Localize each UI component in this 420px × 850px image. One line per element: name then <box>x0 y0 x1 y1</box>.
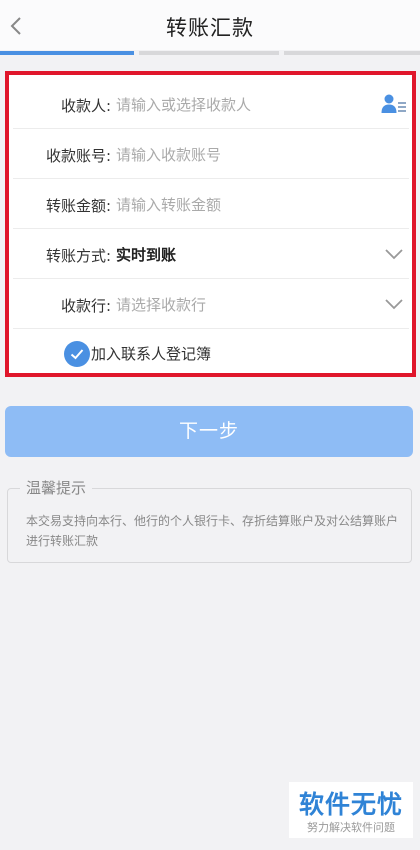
watermark-title: 软件无忧 <box>298 790 403 819</box>
account-label: 收款账号: <box>45 147 111 165</box>
step-indicator-3 <box>284 51 420 55</box>
amount-label: 转账金额: <box>45 197 111 215</box>
add-contact-label: 加入联系人登记簿 <box>91 345 212 363</box>
page-title: 转账汇款 <box>166 16 254 40</box>
transfer-form: 收款人: 请输入或选择收款人 收款账号: 请输入收款账号 转账金额: 请输入转账… <box>5 71 416 377</box>
bank-select[interactable]: 请选择收款行 <box>116 294 206 315</box>
watermark-logo: 软件无忧 努力解决软件问题 <box>289 782 413 838</box>
tips-box: 温馨提示 本交易支持向本行、他行的个人银行卡、存折结算账户及对公结算账户进行转账… <box>7 477 412 563</box>
tips-title: 温馨提示 <box>20 477 93 498</box>
payee-row: 收款人: 请输入或选择收款人 <box>13 79 409 129</box>
next-step-button[interactable]: 下一步 <box>5 406 413 457</box>
bank-row[interactable]: 收款行: 请选择收款行 <box>13 279 409 329</box>
method-select-value[interactable]: 实时到账 <box>116 244 176 265</box>
chevron-down-icon[interactable] <box>383 243 405 265</box>
checkmark-icon <box>70 349 84 360</box>
amount-row: 转账金额: 请输入转账金额 <box>13 179 409 229</box>
add-contact-checkbox[interactable] <box>64 341 90 367</box>
account-input[interactable]: 请输入收款账号 <box>116 144 221 165</box>
add-contact-option[interactable]: 加入联系人登记簿 <box>13 331 409 373</box>
step-indicator-1-active <box>0 51 134 55</box>
payee-input[interactable]: 请输入或选择收款人 <box>116 94 251 115</box>
amount-input[interactable]: 请输入转账金额 <box>116 194 221 215</box>
method-row[interactable]: 转账方式: 实时到账 <box>13 229 409 279</box>
chevron-down-icon[interactable] <box>383 293 405 315</box>
step-progress <box>0 50 420 56</box>
method-label: 转账方式: <box>45 247 111 265</box>
tips-text: 本交易支持向本行、他行的个人银行卡、存折结算账户及对公结算账户进行转账汇款 <box>26 514 399 548</box>
watermark-subtitle: 努力解决软件问题 <box>307 821 395 834</box>
app-header: 转账汇款 <box>0 0 420 50</box>
step-indicator-2 <box>139 51 279 55</box>
bank-label: 收款行: <box>60 297 111 315</box>
contact-list-icon[interactable] <box>381 93 407 115</box>
payee-label: 收款人: <box>60 97 111 115</box>
account-row: 收款账号: 请输入收款账号 <box>13 129 409 179</box>
